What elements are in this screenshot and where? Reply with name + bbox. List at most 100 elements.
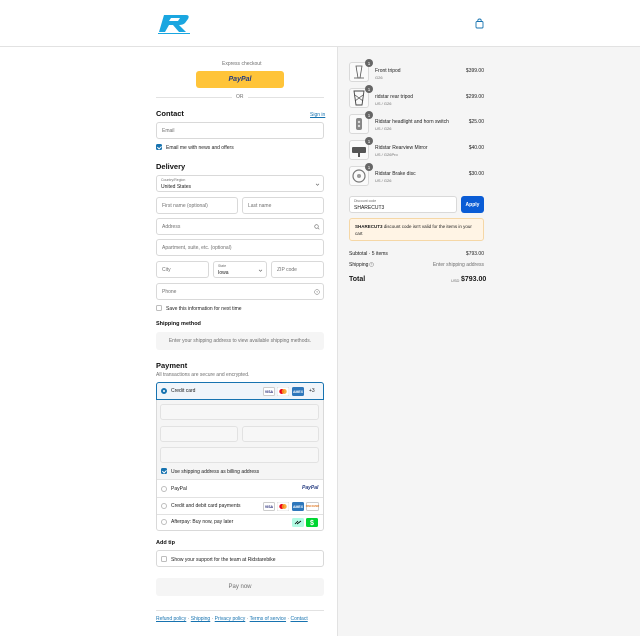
credit-card-radio[interactable] (161, 388, 167, 394)
tip-title: Add tip (156, 540, 175, 546)
subtotal-value: $793.00 (465, 251, 484, 257)
item-name: Ridstar Brake disc (375, 171, 416, 177)
apartment-field[interactable]: Apartment, suite, etc. (optional) (156, 239, 324, 256)
footer-link-privacy[interactable]: Privacy policy (215, 616, 246, 622)
save-info-checkbox[interactable] (156, 305, 162, 311)
visa-icon: VISA (263, 387, 275, 396)
phone-field[interactable]: Phone ? (156, 283, 324, 300)
error-code: SHARECUT3 (355, 224, 383, 229)
city-placeholder: City (162, 267, 171, 273)
ridstar-logo[interactable] (156, 12, 192, 36)
chevron-down-icon (258, 269, 263, 272)
card-name-field[interactable] (160, 447, 319, 463)
svg-text:?: ? (316, 290, 318, 294)
quantity-badge: 1 (365, 85, 373, 93)
amex-icon: AMEX (292, 387, 304, 396)
item-variant: G26 (375, 75, 383, 80)
billing-label: Use shipping address as billing address (171, 469, 260, 475)
city-field[interactable]: City (156, 261, 209, 278)
save-info-label: Save this information for next time (166, 306, 242, 312)
country-select[interactable]: Country/Region United States (156, 175, 324, 192)
item-variant: US / G26 (375, 101, 392, 106)
item-price: $25.00 (468, 119, 484, 125)
last-name-field[interactable]: Last name (242, 197, 324, 214)
phone-placeholder: Phone (162, 289, 177, 295)
discount-value: SHARECUT3 (354, 205, 385, 211)
separator: · (187, 616, 190, 622)
quantity-badge: 1 (365, 137, 373, 145)
shipping-label: Shipping (349, 262, 369, 268)
item-variant: US / G26 (375, 178, 392, 183)
separator: · (211, 616, 214, 622)
paypal-logo: PayPal (302, 485, 319, 491)
discount-field[interactable]: Discount code SHARECUT3 (349, 196, 457, 213)
divider (157, 514, 323, 515)
shopping-bag-icon[interactable] (474, 18, 485, 29)
separator: · (287, 616, 290, 622)
sign-in-link[interactable]: Sign in (310, 112, 325, 118)
footer-link-refund[interactable]: Refund policy (156, 616, 186, 622)
email-field[interactable]: Email (156, 122, 324, 139)
email-placeholder: Email (162, 128, 175, 134)
card-expiry-field[interactable] (160, 426, 238, 442)
zip-field[interactable]: ZIP code (271, 261, 324, 278)
item-name: Ridstar Rearview Mirror (375, 145, 428, 151)
shipping-value: Enter shipping address (432, 262, 484, 268)
paypal-label: PayPal (171, 486, 187, 492)
total-value: $793.00 (461, 276, 487, 283)
country-value: United States (161, 184, 192, 190)
paypal-express-button[interactable]: PayPal (196, 71, 284, 88)
afterpay-label: Afterpay: Buy now, pay later (171, 519, 234, 525)
separator: · (246, 616, 249, 622)
apply-button[interactable]: Apply (461, 196, 484, 213)
quantity-badge: 1 (365, 163, 373, 171)
item-price: $399.00 (465, 68, 484, 74)
address-field[interactable]: Address (156, 218, 324, 235)
divider (157, 479, 323, 480)
afterpay-radio[interactable] (161, 519, 167, 525)
credit-debit-label: Credit and debit card payments (171, 503, 241, 509)
item-variant: US / G26 (375, 126, 392, 131)
help-circle-icon[interactable]: ? (369, 262, 374, 267)
currency-label: USD (451, 278, 460, 283)
header (0, 0, 640, 47)
discount-error-banner: SHARECUT3 discount code isn't valid for … (349, 218, 484, 241)
divider-left (156, 97, 232, 98)
quantity-badge: 1 (365, 59, 373, 67)
first-name-placeholder: First name (optional) (162, 203, 208, 209)
apply-label: Apply (465, 201, 480, 208)
last-name-placeholder: Last name (248, 203, 272, 209)
discount-label: Discount code (354, 199, 377, 203)
help-circle-icon[interactable]: ? (314, 289, 320, 295)
footer-links: Refund policy · Shipping · Privacy polic… (156, 616, 308, 622)
shipping-method-box: Enter your shipping address to view avai… (156, 332, 324, 350)
chevron-down-icon (315, 183, 320, 186)
item-variant: US / G26Pro (375, 152, 398, 157)
state-select[interactable]: State Iowa (213, 261, 267, 278)
item-price: $40.00 (468, 145, 484, 151)
express-checkout-label: Express checkout (222, 61, 262, 67)
credit-debit-radio[interactable] (161, 503, 167, 509)
footer-link-shipping[interactable]: Shipping (191, 616, 210, 622)
item-name: ridstar rear tripod (375, 94, 414, 100)
tip-checkbox[interactable] (161, 556, 167, 562)
item-price: $30.00 (468, 171, 484, 177)
item-price: $299.00 (465, 94, 484, 100)
order-summary-panel (337, 47, 640, 636)
news-checkbox[interactable] (156, 144, 162, 150)
first-name-field[interactable]: First name (optional) (156, 197, 238, 214)
shipping-method-title: Shipping method (156, 321, 201, 327)
footer-link-contact[interactable]: Contact (290, 616, 307, 622)
footer-divider (156, 610, 324, 611)
more-cards-label: +3 (309, 388, 315, 394)
item-name: Front tripod (375, 68, 401, 74)
payment-title: Payment (156, 361, 188, 370)
divider-right (248, 97, 324, 98)
paypal-radio[interactable] (161, 486, 167, 492)
card-number-field[interactable] (160, 404, 319, 420)
card-cvv-field[interactable] (242, 426, 319, 442)
footer-link-terms[interactable]: Terms of service (250, 616, 286, 622)
billing-checkbox[interactable] (161, 468, 167, 474)
pay-now-button[interactable]: Pay now (156, 578, 324, 596)
afterpay-icon (292, 518, 304, 527)
